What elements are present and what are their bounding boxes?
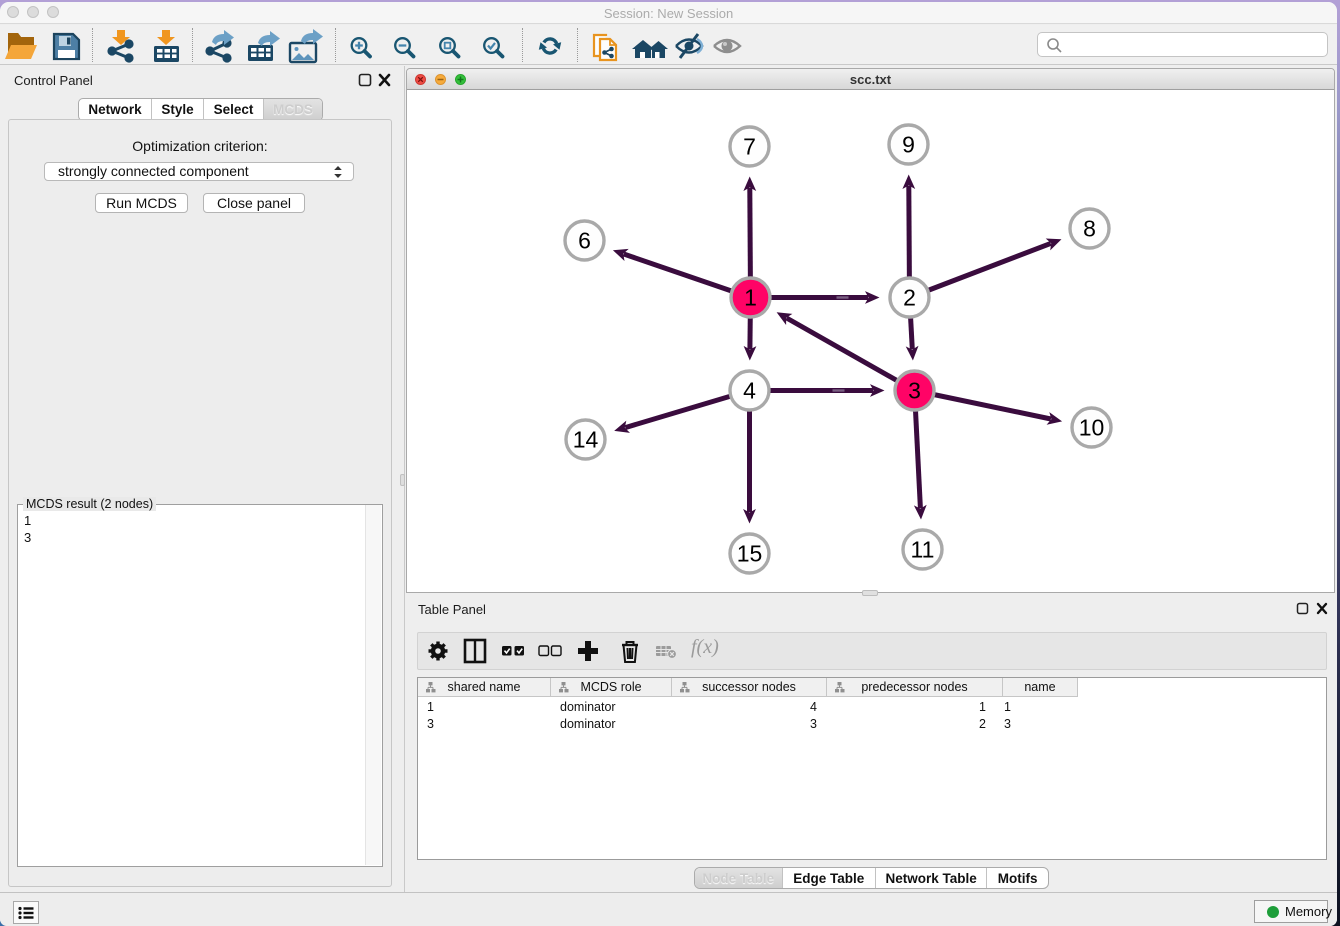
svg-text:1: 1 <box>744 285 757 311</box>
svg-text:10: 10 <box>1079 415 1105 441</box>
svg-text:11: 11 <box>911 537 935 563</box>
svg-text:2: 2 <box>903 285 916 311</box>
svg-text:4: 4 <box>743 378 756 404</box>
svg-text:6: 6 <box>578 228 591 254</box>
svg-text:7: 7 <box>743 134 756 160</box>
svg-text:15: 15 <box>737 541 763 567</box>
svg-text:3: 3 <box>908 378 921 404</box>
svg-text:14: 14 <box>573 427 599 453</box>
svg-text:8: 8 <box>1083 216 1096 242</box>
svg-text:9: 9 <box>902 132 915 158</box>
